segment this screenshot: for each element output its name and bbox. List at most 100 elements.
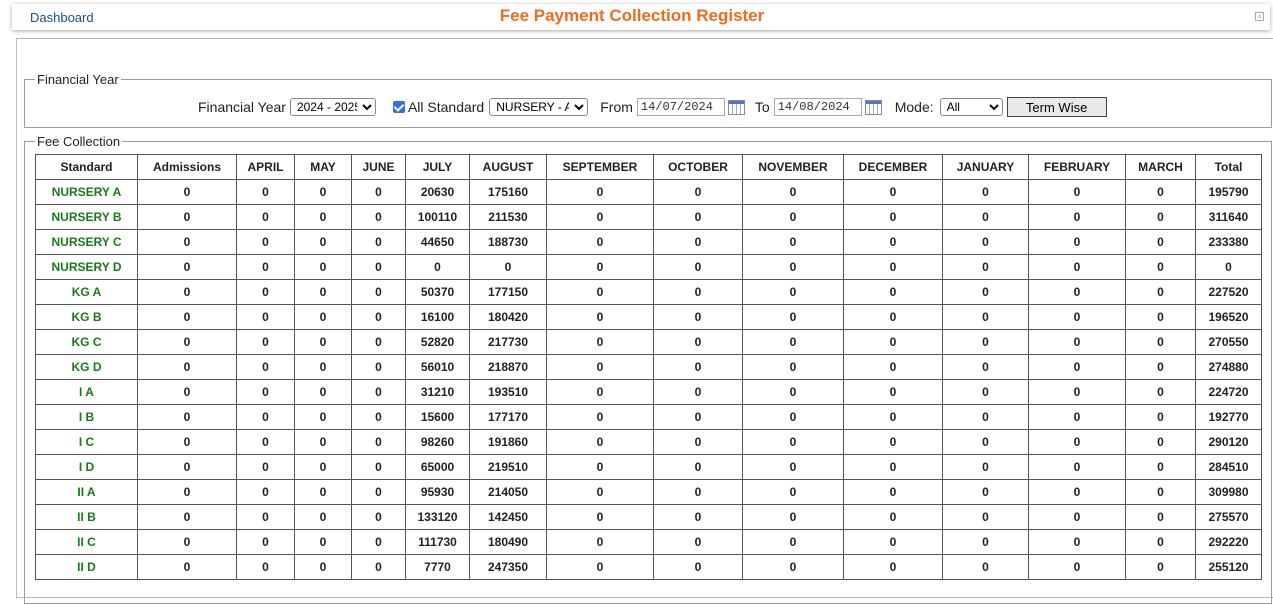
amount-cell: 0 (546, 529, 654, 555)
standard-select[interactable]: NURSERY - A (489, 98, 589, 116)
amount-cell: 0 (1125, 179, 1196, 205)
amount-cell: 0 (351, 504, 406, 530)
amount-cell: 0 (742, 354, 844, 380)
column-header: Admissions (137, 154, 237, 180)
amount-cell: 214050 (469, 479, 547, 505)
amount-cell: 275570 (1195, 504, 1262, 530)
amount-cell: 0 (942, 529, 1029, 555)
standard-cell: KG A (35, 279, 138, 305)
amount-cell: 0 (653, 479, 743, 505)
amount-cell: 0 (351, 554, 406, 580)
calendar-icon[interactable] (727, 99, 745, 115)
all-standard-checkbox[interactable] (392, 101, 405, 113)
amount-cell: 0 (294, 504, 352, 530)
amount-cell: 0 (137, 404, 237, 430)
amount-cell: 0 (653, 304, 743, 330)
column-header: MARCH (1125, 154, 1196, 180)
amount-cell: 0 (351, 454, 406, 480)
amount-cell: 0 (843, 554, 943, 580)
amount-cell: 0 (742, 329, 844, 355)
amount-cell: 0 (843, 354, 943, 380)
table-row: II D 0 0 0 0 7770 247350 0 0 0 0 0 0 0 255120 (35, 554, 1262, 580)
column-header: MAY (294, 154, 352, 180)
amount-cell: 0 (294, 354, 352, 380)
amount-cell: 0 (294, 329, 352, 355)
column-header: SEPTEMBER (546, 154, 654, 180)
amount-cell: 0 (1028, 354, 1126, 380)
amount-cell: 0 (1125, 379, 1196, 405)
amount-cell: 0 (942, 379, 1029, 405)
amount-cell: 0 (546, 179, 654, 205)
amount-cell: 0 (294, 304, 352, 330)
standard-cell: I D (35, 454, 138, 480)
term-wise-button[interactable]: Term Wise (1006, 97, 1107, 117)
amount-cell: 188730 (469, 229, 547, 255)
amount-cell: 142450 (469, 504, 547, 530)
amount-cell: 0 (351, 479, 406, 505)
amount-cell: 0 (1028, 229, 1126, 255)
amount-cell: 177150 (469, 279, 547, 305)
amount-cell: 0 (942, 329, 1029, 355)
all-standard-label: All Standard (407, 99, 485, 115)
to-date-input[interactable]: 14/08/2024 (773, 98, 862, 116)
amount-cell: 0 (236, 504, 295, 530)
amount-cell: 0 (843, 429, 943, 455)
amount-cell: 0 (294, 379, 352, 405)
fee-collection-table: Standard Admissions APRIL MAY JUNE JULY AUGUST… (35, 154, 1262, 580)
amount-cell: 0 (351, 329, 406, 355)
amount-cell: 0 (843, 254, 943, 280)
amount-cell: 0 (742, 379, 844, 405)
amount-cell: 98260 (405, 429, 470, 455)
amount-cell: 0 (1125, 529, 1196, 555)
amount-cell: 0 (1028, 254, 1126, 280)
amount-cell: 0 (546, 429, 654, 455)
calendar-icon[interactable] (864, 99, 882, 115)
amount-cell: 0 (843, 304, 943, 330)
amount-cell: 0 (843, 229, 943, 255)
amount-cell: 0 (546, 254, 654, 280)
column-header: Standard (35, 154, 138, 180)
amount-cell: 0 (653, 554, 743, 580)
amount-cell: 0 (843, 479, 943, 505)
amount-cell: 111730 (405, 529, 470, 555)
amount-cell: 0 (1028, 379, 1126, 405)
table-row: I B 0 0 0 0 15600 177170 0 0 0 0 0 0 0 192770 (35, 404, 1262, 430)
amount-cell: 0 (294, 529, 352, 555)
amount-cell: 0 (742, 479, 844, 505)
amount-cell: 0 (1125, 329, 1196, 355)
amount-cell: 16100 (405, 304, 470, 330)
amount-cell: 15600 (405, 404, 470, 430)
amount-cell: 31210 (405, 379, 470, 405)
amount-cell: 0 (942, 229, 1029, 255)
from-date-input[interactable]: 14/07/2024 (636, 98, 725, 116)
amount-cell: 177170 (469, 404, 547, 430)
amount-cell: 100110 (405, 204, 470, 230)
standard-cell: I C (35, 429, 138, 455)
amount-cell: 0 (1125, 254, 1196, 280)
table-row: KG A 0 0 0 0 50370 177150 0 0 0 0 0 0 0 227520 (35, 279, 1262, 305)
column-header: AUGUST (469, 154, 547, 180)
amount-cell: 0 (1125, 554, 1196, 580)
amount-cell: 218870 (469, 354, 547, 380)
amount-cell: 0 (942, 254, 1029, 280)
amount-cell: 0 (742, 204, 844, 230)
amount-cell: 0 (843, 179, 943, 205)
amount-cell: 0 (236, 204, 295, 230)
amount-cell: 0 (742, 179, 844, 205)
amount-cell: 0 (137, 529, 237, 555)
amount-cell: 0 (843, 454, 943, 480)
amount-cell: 0 (137, 279, 237, 305)
standard-cell: II D (35, 554, 138, 580)
mode-select[interactable]: All (939, 98, 1003, 116)
column-header: OCTOBER (653, 154, 743, 180)
amount-cell: 0 (351, 229, 406, 255)
financial-year-select[interactable]: 2024 - 2025 (289, 98, 376, 116)
amount-cell: 0 (1125, 454, 1196, 480)
amount-cell: 0 (294, 404, 352, 430)
standard-cell: I B (35, 404, 138, 430)
standard-cell: NURSERY A (35, 179, 138, 205)
amount-cell: 0 (653, 229, 743, 255)
amount-cell: 0 (137, 329, 237, 355)
column-header: DECEMBER (843, 154, 943, 180)
amount-cell: 0 (351, 204, 406, 230)
